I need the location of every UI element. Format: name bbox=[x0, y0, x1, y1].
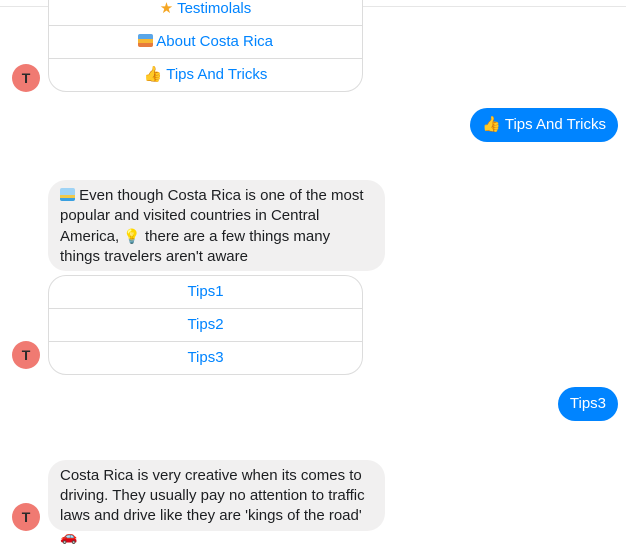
user-message-bubble: Tips3 bbox=[557, 387, 618, 421]
bot-message-text: Costa Rica is very creative when its com… bbox=[60, 467, 365, 524]
thumbs-up-icon: 👍 bbox=[143, 66, 163, 83]
quick-reply-label: Tips And Tricks bbox=[166, 66, 268, 83]
quick-reply-label: About Costa Rica bbox=[156, 33, 274, 50]
thumbs-up-icon: 👍 bbox=[482, 116, 501, 133]
user-message-bubble: 👍 Tips And Tricks bbox=[470, 108, 618, 142]
quick-reply-testimonials[interactable]: ★ Testimolals bbox=[49, 0, 362, 25]
car-icon: 🚗 bbox=[60, 528, 78, 544]
quick-reply-label: Testimolals bbox=[177, 0, 252, 17]
quick-reply-tips1[interactable]: Tips1 bbox=[49, 276, 362, 308]
star-icon: ★ bbox=[159, 0, 174, 17]
bot-message-bubble: Costa Rica is very creative when its com… bbox=[48, 460, 385, 544]
bot-avatar: T bbox=[12, 341, 40, 369]
bot-avatar: T bbox=[12, 64, 40, 92]
quick-reply-tips-and-tricks[interactable]: 👍 Tips And Tricks bbox=[49, 58, 362, 91]
island-icon bbox=[60, 188, 75, 201]
quick-reply-tips3[interactable]: Tips3 bbox=[49, 341, 362, 374]
quick-reply-about-costa-rica[interactable]: About Costa Rica bbox=[49, 25, 362, 58]
quick-reply-tips2[interactable]: Tips2 bbox=[49, 308, 362, 341]
quick-reply-label: Tips1 bbox=[187, 283, 224, 300]
quick-reply-label: Tips3 bbox=[187, 349, 224, 366]
lightbulb-icon: 💡 bbox=[123, 228, 141, 244]
bot-message-bubble: Even though Costa Rica is one of the mos… bbox=[48, 180, 385, 271]
quick-reply-label: Tips2 bbox=[187, 316, 224, 333]
bot-avatar: T bbox=[12, 503, 40, 531]
user-message-text: Tips And Tricks bbox=[504, 116, 606, 133]
sunrise-icon bbox=[137, 34, 153, 47]
user-message-text: Tips3 bbox=[569, 395, 606, 412]
quick-reply-menu: Tips1 Tips2 Tips3 bbox=[48, 275, 363, 375]
quick-reply-menu: ★ Testimolals About Costa Rica 👍 Tips An… bbox=[48, 0, 363, 92]
